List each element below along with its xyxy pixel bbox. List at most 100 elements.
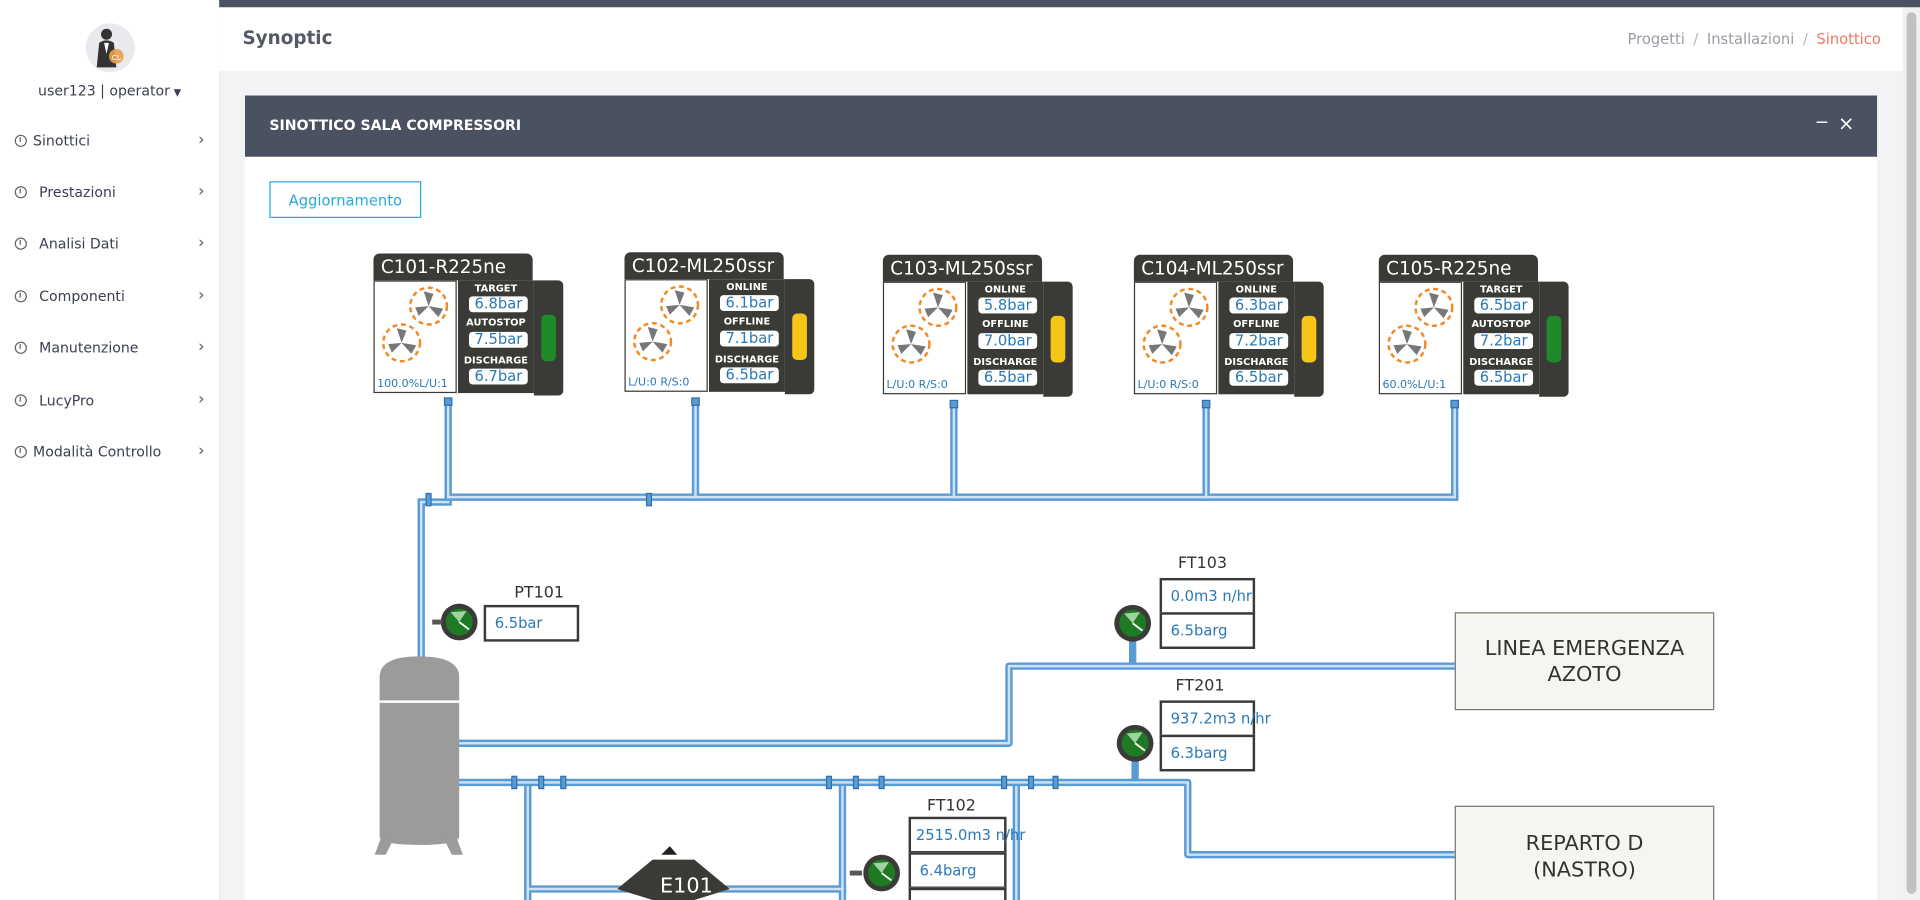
ft103-tag: FT103 [1177, 554, 1227, 574]
param-label: DISCHARGE [714, 353, 779, 365]
svg-text:CL: CL [112, 53, 122, 62]
avatar[interactable]: CL [85, 23, 135, 73]
param-label: TARGET [1479, 284, 1523, 296]
clock-icon [14, 237, 27, 250]
compressor-c104[interactable]: C104-ML250ssr L/U:0 R/S:0 ONLINE 6.3bar … [1133, 254, 1330, 407]
breadcrumb-item-progetti[interactable]: Progetti [1628, 31, 1685, 48]
ft102-extra [908, 887, 1007, 900]
reparto-d-box[interactable]: REPARTO D (NASTRO) [1454, 805, 1715, 900]
sidebar-item-label: Analisi Dati [39, 235, 119, 253]
ft201-tag: FT201 [1175, 677, 1225, 696]
param-label: DISCHARGE [1469, 356, 1534, 368]
user-menu[interactable]: user123 | operator ▼ [0, 82, 219, 99]
param-value: 6.5bar [1474, 369, 1534, 386]
sidebar-item-componenti[interactable]: Componenti › [0, 279, 219, 316]
compressor-parameters: ONLINE 6.3bar OFFLINE 7.2bar DISCHARGE 6… [1218, 281, 1295, 395]
sidebar-item-label: Manutenzione [39, 339, 139, 357]
param-value: 7.0bar [978, 332, 1038, 349]
param-value: 6.5bar [720, 367, 779, 384]
param-value: 6.5bar [1229, 369, 1289, 386]
sidebar-item-sinottici[interactable]: Sinottici › [0, 124, 219, 161]
param-value: 7.2bar [1474, 332, 1534, 349]
status-panel [784, 279, 815, 395]
caret-down-icon: ▼ [173, 86, 182, 98]
ft201-pressure: 6.3barg [1159, 734, 1256, 772]
compressor-parameters: TARGET 6.5bar AUTOSTOP 7.2bar DISCHARGE … [1463, 281, 1540, 395]
compressor-parameters: ONLINE 5.8bar OFFLINE 7.0bar DISCHARGE 6… [967, 281, 1044, 395]
param-value: 6.5bar [1474, 297, 1534, 314]
param-label: ONLINE [1235, 284, 1277, 296]
clock-icon [14, 186, 27, 199]
breadcrumb-item-installazioni[interactable]: Installazioni [1707, 31, 1794, 48]
param-value: 7.1bar [720, 330, 779, 347]
status-lamp [1050, 315, 1066, 363]
ft102-flow: 2515.0m3 n/hr [908, 816, 1025, 854]
top-bar [219, 0, 1920, 8]
chevron-right-icon: › [198, 286, 205, 305]
ft102-tag: FT102 [926, 797, 976, 816]
status-panel [1043, 281, 1073, 397]
param-value: 6.1bar [720, 294, 779, 312]
breadcrumb: Progetti / Installazioni / Sinottico [1628, 31, 1881, 48]
pt101-tag: PT101 [514, 584, 564, 603]
param-value: 6.8bar [468, 296, 528, 313]
receiver-tank [374, 656, 463, 855]
status-panel [1539, 281, 1569, 397]
ft102-pressure: 6.4barg [908, 852, 1007, 889]
sidebar-item-manutenzione[interactable]: Manutenzione › [0, 331, 219, 368]
username-label: user123 | operator [38, 82, 170, 100]
compressor-parameters: TARGET 6.8bar AUTOSTOP 7.5bar DISCHARGE … [457, 280, 534, 394]
param-label: DISCHARGE [1224, 356, 1289, 368]
compressor-name: C102-ML250ssr [624, 252, 784, 280]
sidebar-item-analisi-dati[interactable]: Analisi Dati › [0, 227, 219, 264]
ft103-flow: 0.0m3 n/hr [1159, 577, 1256, 615]
sidebar-item-label: Prestazioni [39, 183, 116, 201]
status-lamp [792, 313, 807, 361]
fan-display: L/U:0 R/S:0 [882, 281, 967, 395]
status-lamp [1301, 315, 1317, 363]
compressor-c101[interactable]: C101-R225ne 100.0%L/U:1 TARGET 6.8bar AU… [373, 253, 569, 405]
scrollbar-thumb[interactable] [1906, 12, 1917, 894]
emergency-line-box[interactable]: LINEA EMERGENZA AZOTO [1454, 612, 1715, 711]
compressor-name: C103-ML250ssr [882, 254, 1043, 282]
clock-icon [14, 394, 27, 407]
compressor-c105[interactable]: C105-R225ne 60.0%L/U:1 TARGET 6.5bar AUT… [1378, 254, 1575, 407]
fan-display: 60.0%L/U:1 [1378, 281, 1463, 395]
param-label: AUTOSTOP [466, 317, 526, 329]
fan-display: L/U:0 R/S:0 [1133, 281, 1218, 395]
compressor-status: L/U:0 R/S:0 [628, 377, 690, 390]
compressor-c103[interactable]: C103-ML250ssr L/U:0 R/S:0 ONLINE 5.8bar … [882, 254, 1079, 407]
page-scrollbar[interactable] [1902, 7, 1920, 900]
clock-icon [14, 134, 27, 147]
clock-icon [14, 445, 27, 458]
sidebar-item-label: LucyPro [39, 391, 95, 409]
ft103-pressure: 6.5barg [1159, 612, 1256, 649]
chevron-right-icon: › [198, 390, 205, 409]
compressor-name: C101-R225ne [373, 253, 533, 281]
param-label: AUTOSTOP [1471, 318, 1531, 330]
compressor-parameters: ONLINE 6.1bar OFFLINE 7.1bar DISCHARGE 6… [708, 279, 785, 392]
param-value: 6.3bar [1229, 297, 1289, 314]
sidebar: CL user123 | operator ▼ Sinottici › Prest… [0, 0, 221, 900]
sidebar-item-modalita-controllo[interactable]: Modalità Controllo › [0, 435, 219, 472]
status-lamp [1546, 315, 1562, 363]
compressor-status: 60.0%L/U:1 [1382, 379, 1447, 392]
sidebar-item-prestazioni[interactable]: Prestazioni › [0, 175, 219, 212]
param-label: ONLINE [984, 284, 1026, 296]
clock-icon [14, 290, 27, 303]
fan-display: L/U:0 R/S:0 [624, 279, 708, 392]
chevron-right-icon: › [198, 131, 205, 150]
sidebar-item-lucypro[interactable]: LucyPro › [0, 383, 219, 420]
breadcrumb-item-sinottico: Sinottico [1816, 30, 1881, 48]
compressor-c102[interactable]: C102-ML250ssr L/U:0 R/S:0 ONLINE 6.1bar … [624, 252, 820, 404]
pt101-value: 6.5bar [483, 604, 580, 642]
e101-label: E101 [660, 874, 713, 899]
page-title: Synoptic [242, 26, 333, 49]
breadcrumb-separator: / [1802, 30, 1808, 48]
param-label: ONLINE [726, 281, 768, 293]
status-lamp [541, 314, 556, 362]
param-value: 7.2bar [1229, 332, 1289, 349]
compressor-name: C104-ML250ssr [1133, 254, 1294, 282]
page-header: Synoptic Progetti / Installazioni / Sinottic… [219, 7, 1903, 72]
chevron-right-icon: › [198, 442, 205, 461]
